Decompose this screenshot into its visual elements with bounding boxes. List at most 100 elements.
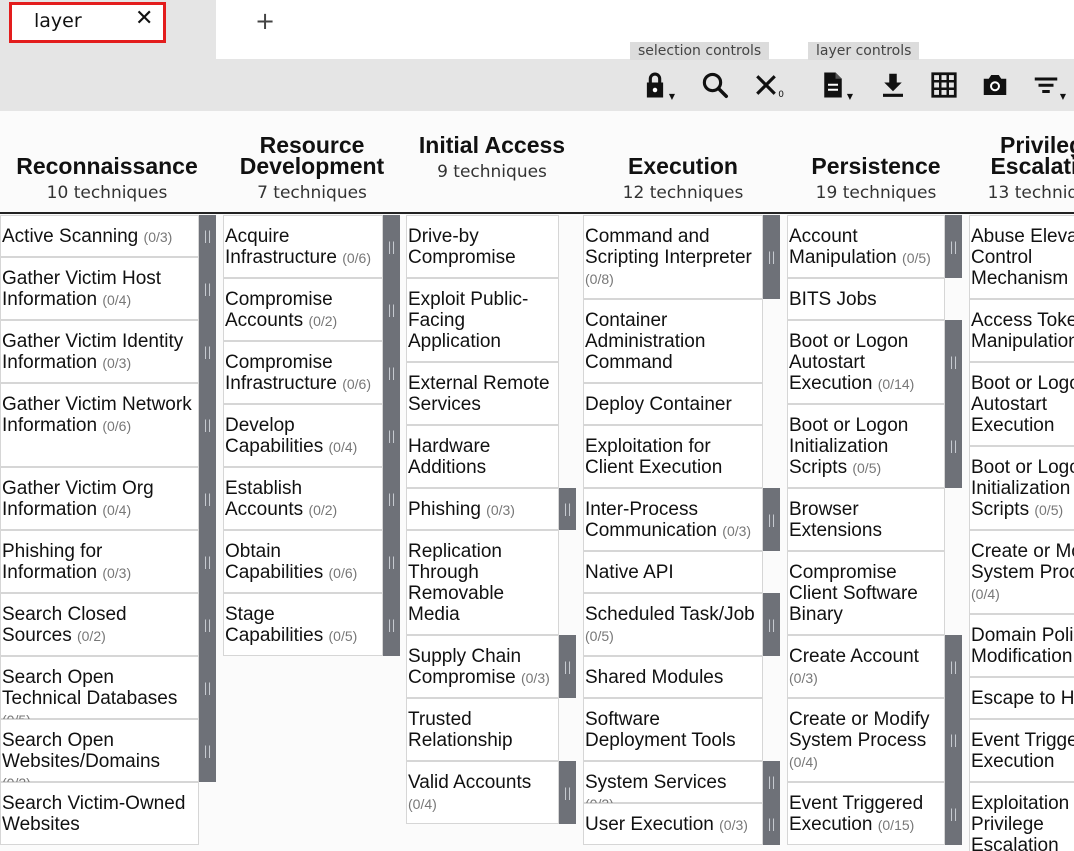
expand-subtechniques-handle[interactable]: || — [559, 761, 576, 824]
tactic-header[interactable]: Persistence 19 techniques — [791, 111, 961, 211]
technique-cell[interactable]: Acquire Infrastructure (0/6) — [223, 215, 383, 278]
technique-cell[interactable]: Browser Extensions — [787, 488, 945, 551]
technique-cell[interactable]: System Services (0/2) — [583, 761, 763, 812]
technique-cell[interactable]: Phishing (0/3) — [406, 488, 559, 530]
technique-cell[interactable]: Develop Capabilities (0/4) — [223, 404, 383, 467]
close-icon[interactable]: ✕ — [135, 6, 153, 32]
technique-cell[interactable]: Phishing for Information (0/3) — [0, 530, 199, 593]
technique-cell[interactable]: Search Open Websites/Domains (0/2) — [0, 719, 199, 791]
technique-cell[interactable]: Active Scanning (0/3) — [0, 215, 199, 257]
technique-cell[interactable]: Gather Victim Network Information (0/6) — [0, 383, 199, 467]
expand-subtechniques-handle[interactable]: || — [945, 215, 962, 278]
tactic-header[interactable]: Privilege Escalation 13 techniques — [958, 111, 1074, 211]
camera-button[interactable] — [977, 67, 1013, 103]
technique-cell[interactable]: Container Administration Command — [583, 299, 763, 383]
tactic-header[interactable]: Execution 12 techniques — [598, 111, 768, 211]
expand-subtechniques-handle[interactable]: || — [763, 803, 780, 845]
expand-subtechniques-handle[interactable]: || — [199, 656, 216, 719]
technique-cell[interactable]: Boot or Logon Initialization Scripts (0/… — [969, 446, 1074, 530]
expand-subtechniques-handle[interactable]: || — [559, 635, 576, 698]
layer-file-button[interactable]: ▼ — [815, 67, 853, 103]
technique-cell[interactable]: Compromise Accounts (0/2) — [223, 278, 383, 341]
technique-cell[interactable]: Gather Victim Identity Information (0/3) — [0, 320, 199, 383]
expand-subtechniques-handle[interactable]: || — [945, 320, 962, 404]
deselect-button[interactable]: 0 — [748, 67, 784, 103]
technique-cell[interactable]: Abuse Elevation Control Mechanism — [969, 215, 1074, 299]
technique-cell[interactable]: Account Manipulation (0/5) — [787, 215, 945, 278]
tactic-header[interactable]: Resource Development 7 techniques — [227, 111, 397, 211]
tactic-header[interactable]: Reconnaissance 10 techniques — [0, 111, 214, 211]
search-button[interactable] — [697, 67, 733, 103]
expand-subtechniques-handle[interactable]: || — [383, 467, 400, 530]
expand-subtechniques-handle[interactable]: || — [383, 341, 400, 404]
technique-cell[interactable]: Stage Capabilities (0/5) — [223, 593, 383, 656]
technique-cell[interactable]: Boot or Logon Autostart Execution — [969, 362, 1074, 446]
expand-subtechniques-handle[interactable]: || — [559, 488, 576, 530]
technique-cell[interactable]: Trusted Relationship — [406, 698, 559, 761]
expand-subtechniques-handle[interactable]: || — [199, 257, 216, 320]
technique-cell[interactable]: Gather Victim Org Information (0/4) — [0, 467, 199, 530]
technique-cell[interactable]: Event Triggered Execution — [969, 719, 1074, 782]
technique-cell[interactable]: Shared Modules — [583, 656, 763, 698]
technique-cell[interactable]: Boot or Logon Initialization Scripts (0/… — [787, 404, 945, 488]
expand-subtechniques-handle[interactable]: || — [199, 215, 216, 257]
expand-subtechniques-handle[interactable]: || — [199, 467, 216, 530]
technique-cell[interactable]: Search Victim-Owned Websites — [0, 782, 199, 845]
expand-subtechniques-handle[interactable]: || — [383, 215, 400, 278]
technique-cell[interactable]: User Execution (0/3) — [583, 803, 763, 845]
grid-button[interactable] — [926, 67, 962, 103]
expand-subtechniques-handle[interactable]: || — [199, 530, 216, 593]
technique-cell[interactable]: Escape to Host — [969, 677, 1074, 719]
expand-subtechniques-handle[interactable]: || — [199, 593, 216, 656]
technique-cell[interactable]: Boot or Logon Autostart Execution (0/14) — [787, 320, 945, 404]
technique-cell[interactable]: Domain Policy Modification — [969, 614, 1074, 677]
technique-cell[interactable]: Scheduled Task/Job (0/5) — [583, 593, 763, 656]
expand-subtechniques-handle[interactable]: || — [763, 488, 780, 551]
technique-cell[interactable]: Hardware Additions — [406, 425, 559, 488]
technique-cell[interactable]: Create or Modify System Process (0/4) — [787, 698, 945, 782]
expand-subtechniques-handle[interactable]: || — [199, 719, 216, 782]
technique-cell[interactable]: Obtain Capabilities (0/6) — [223, 530, 383, 593]
expand-subtechniques-handle[interactable]: || — [383, 404, 400, 467]
expand-subtechniques-handle[interactable]: || — [383, 530, 400, 593]
technique-cell[interactable]: Create or Modify System Process (0/4) — [969, 530, 1074, 614]
technique-cell[interactable]: Deploy Container — [583, 383, 763, 425]
expand-subtechniques-handle[interactable]: || — [945, 404, 962, 488]
technique-cell[interactable]: Compromise Client Software Binary — [787, 551, 945, 635]
filter-button[interactable]: ▼ — [1028, 67, 1066, 103]
technique-cell[interactable]: Drive-by Compromise — [406, 215, 559, 278]
expand-subtechniques-handle[interactable]: || — [945, 635, 962, 698]
technique-cell[interactable]: Supply Chain Compromise (0/3) — [406, 635, 559, 698]
technique-cell[interactable]: Compromise Infrastructure (0/6) — [223, 341, 383, 404]
technique-cell[interactable]: Software Deployment Tools — [583, 698, 763, 761]
expand-subtechniques-handle[interactable]: || — [945, 698, 962, 782]
tactic-header[interactable]: Initial Access 9 techniques — [407, 111, 577, 211]
expand-subtechniques-handle[interactable]: || — [763, 593, 780, 656]
tab-label[interactable]: layer — [34, 10, 82, 32]
technique-cell[interactable]: Event Triggered Execution (0/15) — [787, 782, 945, 845]
expand-subtechniques-handle[interactable]: || — [763, 761, 780, 803]
technique-cell[interactable]: Exploit Public-Facing Application — [406, 278, 559, 362]
technique-cell[interactable]: BITS Jobs — [787, 278, 945, 320]
technique-cell[interactable]: Access Token Manipulation — [969, 299, 1074, 362]
technique-cell[interactable]: Command and Scripting Interpreter (0/8) — [583, 215, 763, 299]
download-button[interactable] — [875, 67, 911, 103]
lock-button[interactable]: ▼ — [637, 67, 675, 103]
technique-cell[interactable]: Establish Accounts (0/2) — [223, 467, 383, 530]
technique-cell[interactable]: Search Closed Sources (0/2) — [0, 593, 199, 656]
technique-cell[interactable]: Valid Accounts (0/4) — [406, 761, 559, 824]
technique-cell[interactable]: Gather Victim Host Information (0/4) — [0, 257, 199, 320]
expand-subtechniques-handle[interactable]: || — [383, 593, 400, 656]
technique-cell[interactable]: Create Account (0/3) — [787, 635, 945, 698]
technique-cell[interactable]: Search Open Technical Databases (0/5) — [0, 656, 199, 728]
expand-subtechniques-handle[interactable]: || — [199, 320, 216, 383]
expand-subtechniques-handle[interactable]: || — [199, 383, 216, 467]
technique-cell[interactable]: Exploitation for Privilege Escalation — [969, 782, 1074, 851]
add-tab-button[interactable]: + — [255, 8, 275, 34]
expand-subtechniques-handle[interactable]: || — [383, 278, 400, 341]
expand-subtechniques-handle[interactable]: || — [763, 215, 780, 299]
technique-cell[interactable]: Native API — [583, 551, 763, 593]
technique-cell[interactable]: Replication Through Removable Media — [406, 530, 559, 635]
technique-cell[interactable]: External Remote Services — [406, 362, 559, 425]
expand-subtechniques-handle[interactable]: || — [945, 782, 962, 845]
